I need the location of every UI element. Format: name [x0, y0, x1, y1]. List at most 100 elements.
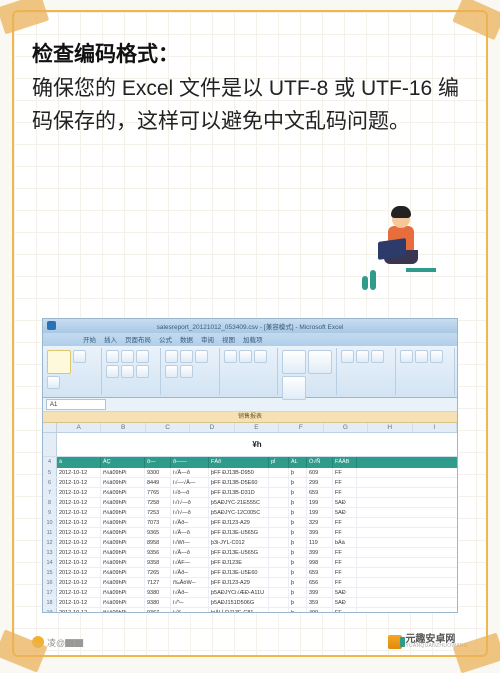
cell[interactable]: 119	[307, 538, 333, 547]
cell[interactable]: i⅍ǎ09hPi	[101, 488, 145, 497]
col-header[interactable]: D	[190, 423, 234, 432]
cell[interactable]: i⅍ǎ09hPi	[101, 568, 145, 577]
cell[interactable]: 399	[307, 588, 333, 597]
cell[interactable]	[269, 488, 289, 497]
ribbon-tab[interactable]: 公式	[159, 335, 172, 346]
wrap-text-icon[interactable]	[165, 365, 178, 378]
align-left-icon[interactable]	[165, 350, 178, 363]
cell[interactable]: þ	[289, 548, 307, 557]
cell[interactable]: 9380	[145, 598, 171, 607]
row-number[interactable]: 16	[43, 578, 57, 587]
cell[interactable]: 2012-10-12	[57, 468, 101, 477]
cell[interactable]: ì√ð—ð	[171, 488, 209, 497]
cell[interactable]: 7765	[145, 488, 171, 497]
cell[interactable]: 2012-10-12	[57, 578, 101, 587]
cell[interactable]: i⅍ǎ09hPi	[101, 538, 145, 547]
cell[interactable]: i⅍ǎ09hPi	[101, 588, 145, 597]
border-icon[interactable]	[106, 365, 119, 378]
cell[interactable]: 9300	[145, 468, 171, 477]
underline-icon[interactable]	[136, 350, 149, 363]
col-header[interactable]: G	[324, 423, 368, 432]
cell[interactable]: þFF ĐJ123-A29	[209, 578, 269, 587]
insert-icon[interactable]	[341, 350, 354, 363]
col-header[interactable]: A	[57, 423, 101, 432]
cell[interactable]: FF	[333, 568, 357, 577]
cell[interactable]: FF	[333, 478, 357, 487]
cell[interactable]: i⅍ǎ09hPi	[101, 558, 145, 567]
cell[interactable]: FF	[333, 488, 357, 497]
format-icon[interactable]	[371, 350, 384, 363]
sort-icon[interactable]	[415, 350, 428, 363]
cell[interactable]: ì√ì√—ð	[171, 508, 209, 517]
align-right-icon[interactable]	[195, 350, 208, 363]
cell[interactable]: 199	[307, 508, 333, 517]
cell[interactable]	[269, 568, 289, 577]
name-box[interactable]: A1	[46, 399, 106, 410]
cell[interactable]	[269, 578, 289, 587]
ribbon-tab[interactable]: 开始	[83, 335, 96, 346]
cell[interactable]: 9380	[145, 588, 171, 597]
cell[interactable]: 2012-10-12	[57, 538, 101, 547]
cell[interactable]: 2012-10-12	[57, 498, 101, 507]
cell[interactable]	[269, 518, 289, 527]
cell[interactable]: 399	[307, 528, 333, 537]
cell[interactable]: 329	[307, 518, 333, 527]
cell[interactable]: ì√Ăð─	[171, 518, 209, 527]
cell[interactable]: ì√Wî—	[171, 538, 209, 547]
cell[interactable]: 8449	[145, 478, 171, 487]
row-number[interactable]: 5	[43, 468, 57, 477]
ribbon-tab[interactable]: 页面布局	[125, 335, 151, 346]
cell[interactable]: i‰ÂòW─	[171, 578, 209, 587]
font-color-icon[interactable]	[136, 365, 149, 378]
cell[interactable]: þ	[289, 478, 307, 487]
cell[interactable]: þ	[289, 498, 307, 507]
cell[interactable]: ì√ʱ─	[171, 598, 209, 607]
cell[interactable]: þ3i-JYL-C012	[209, 538, 269, 547]
cell[interactable]: þ	[289, 508, 307, 517]
merge-icon[interactable]	[180, 365, 193, 378]
cell[interactable]: 5AĐ	[333, 598, 357, 607]
cell[interactable]	[269, 548, 289, 557]
cell[interactable]: 2012-10-12	[57, 588, 101, 597]
cell[interactable]: 2012-10-12	[57, 518, 101, 527]
cell[interactable]: i⅍ǎ09hPi	[101, 478, 145, 487]
cell[interactable]: FF	[333, 558, 357, 567]
cell[interactable]: FF	[333, 548, 357, 557]
italic-icon[interactable]	[121, 350, 134, 363]
cell[interactable]: 2012-10-12	[57, 608, 101, 612]
cell[interactable]: ì√Ăð─	[171, 568, 209, 577]
cell[interactable]: i⅍ǎ09hPi	[101, 608, 145, 612]
col-header[interactable]: H	[368, 423, 412, 432]
cell[interactable]: 499	[307, 608, 333, 612]
row-number[interactable]: 7	[43, 488, 57, 497]
cell[interactable]: þ5AĐJYCi√ÆĐ-A11U	[209, 588, 269, 597]
cell[interactable]: FF	[333, 468, 357, 477]
cell[interactable]: þ	[289, 488, 307, 497]
comma-icon[interactable]	[254, 350, 267, 363]
cell[interactable]: i⅍ǎ09hPi	[101, 518, 145, 527]
row-number[interactable]: 18	[43, 598, 57, 607]
cell[interactable]: i⅍ǎ09hPi	[101, 508, 145, 517]
row-number[interactable]: 9	[43, 508, 57, 517]
cell[interactable]: 2012-10-12	[57, 548, 101, 557]
row-number[interactable]: 6	[43, 478, 57, 487]
col-header[interactable]: B	[101, 423, 145, 432]
cell[interactable]: 9358	[145, 558, 171, 567]
cell[interactable]: 656	[307, 578, 333, 587]
row-number[interactable]: 15	[43, 568, 57, 577]
cell[interactable]: þ	[289, 538, 307, 547]
cell[interactable]: ì√ìî─	[171, 608, 209, 612]
cell[interactable]: þFF ĐJ13E-U5E60	[209, 568, 269, 577]
number-format-icon[interactable]	[224, 350, 237, 363]
cell[interactable]: þiÀLÌ ĐJ13E-C81	[209, 608, 269, 612]
bold-icon[interactable]	[106, 350, 119, 363]
cell[interactable]: þFF ĐJ13B-D31D	[209, 488, 269, 497]
ribbon-tab[interactable]: 加载项	[243, 335, 263, 346]
row-number[interactable]: 19	[43, 608, 57, 612]
cell[interactable]: 9367	[145, 608, 171, 612]
cell[interactable]: 7073	[145, 518, 171, 527]
cell[interactable]: þ	[289, 588, 307, 597]
cell[interactable]: 7265	[145, 568, 171, 577]
cell[interactable]: þ	[289, 558, 307, 567]
cell[interactable]: ì√Ă—ð	[171, 528, 209, 537]
